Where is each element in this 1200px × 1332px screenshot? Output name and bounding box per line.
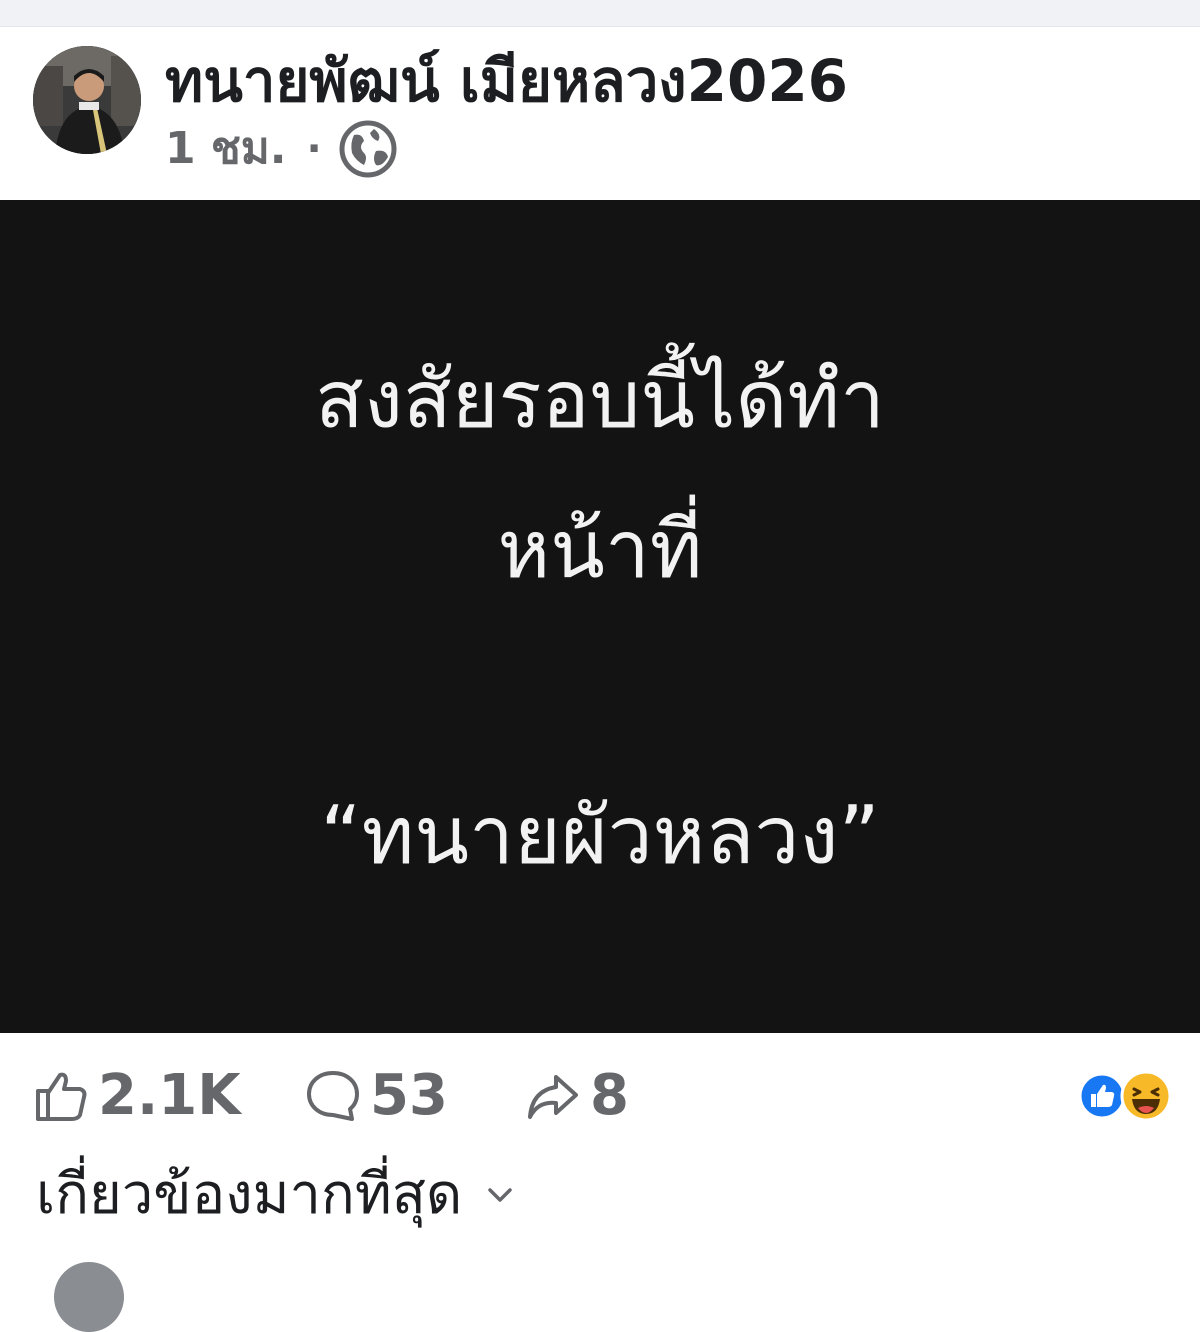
comment-sort-label: เกี่ยวข้องมากที่สุด <box>36 1162 463 1227</box>
post-header: ทนายพัฒน์ เมียหลวง2026 1 ชม. · <box>0 27 1200 199</box>
post-text-line: หน้าที่ <box>497 503 703 596</box>
comment-button[interactable]: 53 <box>304 1060 448 1132</box>
meta-separator: · <box>306 126 322 172</box>
comment-count: 53 <box>370 1063 448 1128</box>
share-count: 8 <box>590 1063 629 1128</box>
post-text-line: “ทนายผัวหลวง” <box>320 789 880 882</box>
post-content-image[interactable]: สงสัยรอบนี้ได้ทำ หน้าที่ “ทนายผัวหลวง” <box>0 200 1200 1033</box>
commenter-avatar[interactable] <box>54 1262 124 1332</box>
post-meta: 1 ชม. · <box>165 119 398 179</box>
author-name[interactable]: ทนายพัฒน์ เมียหลวง2026 <box>165 43 848 119</box>
post-timestamp[interactable]: 1 ชม. <box>165 121 287 177</box>
share-arrow-icon <box>524 1067 582 1125</box>
like-reaction-icon <box>1078 1072 1126 1120</box>
reaction-summary[interactable] <box>1078 1068 1174 1124</box>
comment-bubble-icon <box>304 1067 362 1125</box>
post-text-line: สงสัยรอบนี้ได้ทำ <box>315 353 885 446</box>
like-count: 2.1K <box>98 1063 241 1128</box>
chevron-down-icon <box>486 1185 514 1205</box>
thumbs-up-icon <box>32 1067 90 1125</box>
author-avatar[interactable] <box>33 46 141 154</box>
post-stats-row: 2.1K 53 8 <box>0 1060 1200 1132</box>
comment-sort-dropdown[interactable]: เกี่ยวข้องมากที่สุด <box>36 1150 514 1240</box>
globe-icon[interactable] <box>338 119 398 179</box>
share-button[interactable]: 8 <box>524 1060 629 1132</box>
haha-reaction-icon <box>1120 1070 1172 1122</box>
top-divider <box>0 0 1200 27</box>
like-button[interactable]: 2.1K <box>32 1060 241 1132</box>
